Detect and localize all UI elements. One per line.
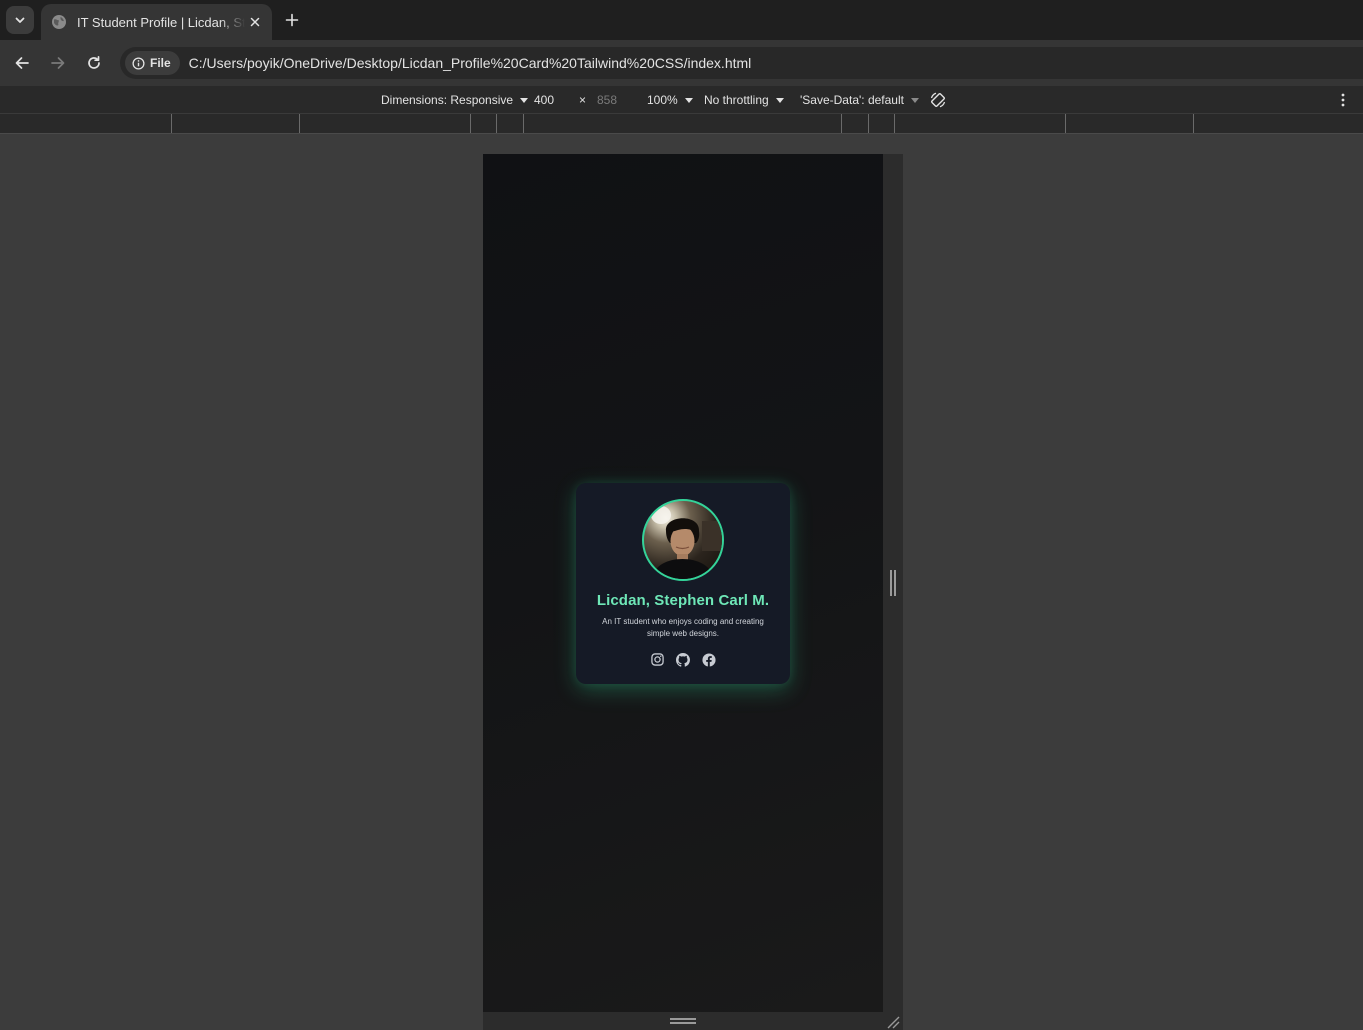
close-icon bbox=[250, 17, 260, 27]
height-value: 858 bbox=[597, 93, 618, 107]
zoom-value: 100% bbox=[647, 93, 678, 107]
media-query-bar[interactable] bbox=[0, 114, 1363, 134]
arrow-right-icon bbox=[51, 57, 65, 69]
resize-grip-icon bbox=[670, 1018, 696, 1024]
address-bar[interactable]: File C:/Users/poyik/OneDrive/Desktop/Lic… bbox=[120, 47, 1363, 79]
arrow-left-icon bbox=[15, 57, 29, 69]
site-chip-label: File bbox=[150, 56, 171, 70]
info-icon bbox=[132, 56, 145, 70]
forward-button[interactable] bbox=[44, 49, 72, 77]
media-query-tick bbox=[894, 114, 895, 133]
facebook-link[interactable] bbox=[702, 652, 717, 667]
back-button[interactable] bbox=[8, 49, 36, 77]
avatar bbox=[642, 499, 724, 581]
instagram-icon bbox=[650, 653, 664, 666]
width-value: 400 bbox=[534, 93, 555, 107]
tab-strip: IT Student Profile | Licdan, Stephen Car… bbox=[0, 0, 1363, 40]
plus-icon bbox=[285, 13, 299, 27]
dimensions-dropdown[interactable]: Dimensions: Responsive bbox=[381, 93, 529, 107]
media-query-tick bbox=[470, 114, 471, 133]
save-data-dropdown[interactable]: 'Save-Data': default bbox=[800, 93, 919, 107]
new-tab-button[interactable] bbox=[280, 8, 304, 32]
caret-down-icon bbox=[910, 97, 919, 103]
profile-bio: An IT student who enjoys coding and crea… bbox=[602, 617, 764, 638]
caret-down-icon bbox=[775, 97, 784, 103]
browser-toolbar: File C:/Users/poyik/OneDrive/Desktop/Lic… bbox=[0, 40, 1363, 86]
save-data-value: 'Save-Data': default bbox=[800, 93, 904, 107]
dimensions-label: Dimensions: Responsive bbox=[381, 93, 514, 107]
viewport-resize-handle-corner[interactable] bbox=[883, 1012, 903, 1030]
throttling-dropdown[interactable]: No throttling bbox=[704, 93, 784, 107]
active-tab[interactable]: IT Student Profile | Licdan, Stephen Car… bbox=[41, 4, 272, 40]
throttling-value: No throttling bbox=[704, 93, 769, 107]
device-toolbar: Dimensions: Responsive 400 × 858 100% No… bbox=[0, 86, 1363, 114]
kebab-menu-icon bbox=[1341, 93, 1345, 107]
more-options-button[interactable] bbox=[1338, 92, 1348, 108]
tab-title: IT Student Profile | Licdan, Stephen Car… bbox=[77, 14, 245, 30]
social-links bbox=[576, 652, 790, 668]
profile-name: Licdan, Stephen Carl M. bbox=[596, 592, 770, 609]
rotate-icon bbox=[930, 92, 946, 108]
media-query-tick bbox=[496, 114, 497, 133]
close-tab-button[interactable] bbox=[246, 13, 264, 31]
site-info-chip[interactable]: File bbox=[125, 51, 180, 75]
url-text[interactable]: C:/Users/poyik/OneDrive/Desktop/Licdan_P… bbox=[189, 55, 752, 71]
media-query-tick bbox=[841, 114, 842, 133]
facebook-icon bbox=[702, 652, 716, 667]
viewport-resize-handle-bottom[interactable] bbox=[483, 1012, 883, 1030]
instagram-link[interactable] bbox=[650, 652, 665, 667]
caret-down-icon bbox=[520, 97, 529, 103]
tab-search-button[interactable] bbox=[6, 6, 34, 34]
caret-down-icon bbox=[684, 97, 693, 103]
media-query-tick bbox=[171, 114, 172, 133]
device-emulation-area: Licdan, Stephen Carl M. An IT student wh… bbox=[0, 134, 1363, 1030]
width-input[interactable]: 400 bbox=[534, 93, 554, 107]
viewport-resize-handle-right[interactable] bbox=[883, 154, 903, 1012]
reload-button[interactable] bbox=[80, 49, 108, 77]
profile-card: Licdan, Stephen Carl M. An IT student wh… bbox=[576, 483, 790, 684]
reload-icon bbox=[88, 55, 100, 69]
profile-photo bbox=[651, 506, 722, 579]
resize-corner-icon bbox=[887, 1016, 900, 1029]
media-query-tick bbox=[523, 114, 524, 133]
chevron-down-icon bbox=[15, 17, 25, 23]
rotate-button[interactable] bbox=[929, 91, 947, 109]
height-input[interactable]: 858 bbox=[597, 93, 617, 107]
media-query-tick bbox=[299, 114, 300, 133]
times-symbol: × bbox=[579, 93, 587, 107]
github-link[interactable] bbox=[676, 652, 691, 667]
media-query-tick bbox=[1193, 114, 1194, 133]
resize-grip-icon bbox=[890, 570, 896, 596]
globe-icon bbox=[52, 15, 66, 29]
media-query-tick bbox=[1065, 114, 1066, 133]
zoom-dropdown[interactable]: 100% bbox=[647, 93, 693, 107]
dimension-separator: × bbox=[579, 93, 586, 107]
page-viewport: Licdan, Stephen Carl M. An IT student wh… bbox=[483, 154, 883, 1012]
github-icon bbox=[676, 652, 690, 667]
media-query-tick bbox=[868, 114, 869, 133]
